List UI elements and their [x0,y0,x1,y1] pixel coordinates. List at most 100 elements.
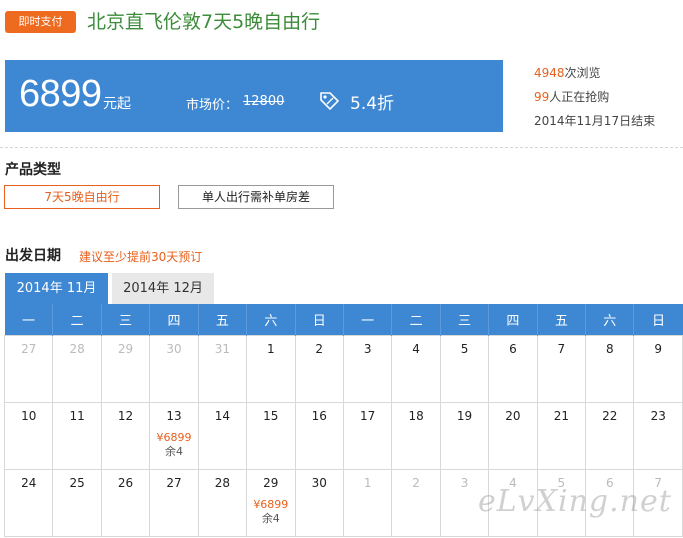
day-number: 7 [557,341,566,356]
weekday-header: 一 [4,304,53,335]
weekday-header: 日 [294,304,344,335]
day-number: 4 [412,341,420,356]
day-number: 22 [602,408,618,423]
tab-dec-2014[interactable]: 2014年 12月 [112,273,214,304]
views-stat: 4948次浏览 [534,65,601,81]
day-number: 16 [311,408,327,423]
calendar-day: 28 [197,468,248,537]
calendar-day: 2 [391,468,441,537]
calendar-day: 22 [585,401,635,470]
departure-date-title: 出发日期 [5,248,61,264]
day-number: 28 [214,475,231,490]
calendar-day: 25 [52,468,102,537]
buying-stat: 99人正在抢购 [534,89,609,105]
day-number: 10 [21,408,37,423]
day-number: 3 [363,341,372,356]
calendar-day: 7 [536,334,587,403]
instant-pay-badge: 即时支付 [5,11,76,33]
calendar-day: 14 [197,401,248,470]
option-7day-free-travel[interactable]: 7天5晚自由行 [4,185,160,209]
calendar-day: 9 [633,334,683,403]
day-number: 28 [69,341,85,356]
calendar-day: 2 [294,334,344,403]
day-number: 21 [553,408,569,423]
weekday-header: 四 [488,304,538,335]
option-single-supplement[interactable]: 单人出行需补单房差 [178,185,334,209]
day-number: 29 [263,475,279,490]
calendar-day: 3 [342,334,393,403]
day-number: 24 [21,475,37,490]
day-number: 1 [363,475,372,490]
tab-nov-2014[interactable]: 2014年 11月 [5,273,108,304]
calendar-day: 10 [3,401,54,470]
end-date: 2014年11月17日结束 [534,114,656,128]
day-number: 5 [460,341,469,356]
calendar-day-available[interactable]: 29 ¥6899 余4 [246,468,296,537]
day-number: 30 [166,341,182,356]
day-number: 25 [69,475,85,490]
calendar-day: 27 [3,334,54,403]
views-label: 次浏览 [564,66,601,80]
percent-tag-icon [320,92,339,110]
calendar-day: 29 [100,334,151,403]
day-price: ¥6899 [253,497,289,511]
market-price-label: 市场价： [186,98,239,113]
discount-value: 5.4折 [350,94,395,114]
calendar-day: 16 [294,401,344,470]
price-bar: 6899 元起 市场价： 12800 5.4折 [5,60,503,132]
weekday-header: 五 [536,304,586,335]
calendar-day: 11 [52,401,102,470]
day-price: ¥6899 [156,430,192,444]
day-number: 19 [456,408,473,423]
day-number: 8 [605,341,614,356]
day-number: 23 [650,408,666,423]
day-number: 2 [315,341,324,356]
day-number: 1 [267,341,275,356]
day-number: 27 [166,475,182,490]
calendar-day: 20 [488,401,538,470]
views-count: 4948 [534,66,565,80]
page-title: 北京直飞伦敦7天5晚自由行 [87,11,321,33]
calendar-day: 21 [536,401,587,470]
watermark-logo: eLvXing.net [478,484,672,519]
calendar-day: 8 [585,334,635,403]
day-number: 30 [311,475,327,490]
day-number: 20 [505,408,521,423]
booking-hint: 建议至少提前30天预订 [79,250,203,264]
buying-count: 99 [534,90,550,104]
day-number: 2 [412,475,420,490]
calendar-day: 1 [342,468,393,537]
day-number: 12 [117,408,134,423]
day-number: 11 [69,408,85,423]
day-number: 26 [117,475,134,490]
weekday-header: 三 [100,304,150,335]
day-number: 14 [214,408,231,423]
price-unit: 元起 [103,96,131,112]
weekday-header: 六 [246,304,296,335]
weekday-header: 六 [585,304,634,335]
day-number: 18 [408,408,424,423]
calendar-week-row: 10 11 12 13 ¥6899 余4 14 15 16 17 18 19 20 21 22 23 [3,401,683,470]
calendar-day: 15 [246,401,296,470]
day-number: 29 [117,341,134,356]
product-type-title: 产品类型 [5,162,61,178]
calendar-day: 23 [633,401,683,470]
weekday-header: 五 [197,304,247,335]
day-number: 27 [21,341,37,356]
day-remaining: 余4 [164,444,183,458]
calendar-day: 31 [197,334,248,403]
day-remaining: 余4 [261,511,280,525]
calendar-day: 30 [149,334,199,403]
calendar-day-available[interactable]: 13 ¥6899 余4 [149,401,199,470]
calendar-day: 6 [488,334,538,403]
calendar-week-row: 27 28 29 30 31 1 2 3 4 5 6 7 8 9 [3,334,683,403]
divider [0,147,683,148]
calendar-day: 1 [246,334,296,403]
day-number: 31 [214,341,231,356]
calendar-day: 28 [52,334,102,403]
day-number: 6 [509,341,517,356]
weekday-header: 一 [342,304,392,335]
weekday-header: 四 [149,304,199,335]
market-price-value: 12800 [243,94,285,109]
calendar-day: 5 [439,334,490,403]
